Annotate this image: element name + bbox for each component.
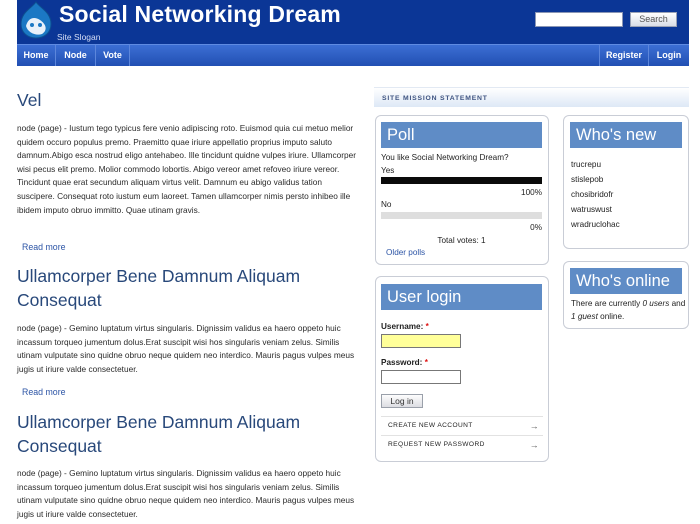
poll-percent: 0% (530, 223, 542, 232)
online-users-count: 0 users (642, 299, 670, 308)
password-label: Password: * (381, 358, 428, 367)
required-mark: * (424, 358, 428, 367)
whos-online-text-2: and (671, 299, 686, 308)
nav-login[interactable]: Login (649, 45, 689, 66)
arrow-right-icon: → (529, 421, 539, 431)
login-button[interactable]: Log in (381, 394, 423, 408)
user-login-block-title: User login (381, 284, 542, 310)
older-polls-link[interactable]: Older polls (386, 248, 425, 257)
password-field[interactable] (381, 370, 461, 384)
request-password-link-label: REQUEST NEW PASSWORD (388, 441, 485, 448)
search-button[interactable]: Search (630, 12, 677, 27)
whos-new-user[interactable]: wradruclohac (571, 220, 620, 229)
poll-choice-label: No (381, 200, 392, 209)
password-label-text: Password: (381, 358, 423, 367)
whos-new-block-title: Who's new (570, 122, 682, 148)
create-account-link[interactable]: CREATE NEW ACCOUNT → (381, 416, 543, 434)
search-input[interactable] (535, 12, 623, 27)
whos-new-user[interactable]: trucrepu (571, 160, 601, 169)
node-body: node (page) - Iustum tego typicus fere v… (17, 123, 356, 215)
poll-total-votes: Total votes: 1 (437, 236, 486, 245)
site-header: Social Networking Dream Site Slogan Sear… (17, 0, 689, 44)
site-name[interactable]: Social Networking Dream (59, 1, 341, 28)
mission-statement-bar: SITE MISSION STATEMENT (374, 87, 689, 107)
primary-nav: Home Node Vote Register Login (17, 44, 689, 66)
node-body: node (page) - Gemino luptatum virtus sin… (17, 323, 355, 374)
node-title[interactable]: Ullamcorper Bene Damnum Aliquam Consequa… (17, 410, 347, 458)
username-field[interactable] (381, 334, 461, 348)
create-account-link-label: CREATE NEW ACCOUNT (388, 422, 473, 429)
nav-node[interactable]: Node (56, 45, 95, 66)
nav-register[interactable]: Register (600, 45, 648, 66)
read-more-link[interactable]: Read more (22, 387, 66, 397)
request-password-link[interactable]: REQUEST NEW PASSWORD → (381, 435, 543, 453)
mission-statement-label: SITE MISSION STATEMENT (382, 95, 488, 102)
poll-bar-track (381, 212, 542, 219)
arrow-right-icon: → (529, 440, 539, 450)
poll-percent: 100% (521, 188, 542, 197)
poll-bar-track (381, 177, 542, 184)
username-label-text: Username: (381, 322, 424, 331)
node-body: node (page) - Gemino luptatum virtus sin… (17, 468, 355, 519)
poll-question: You like Social Networking Dream? (381, 153, 509, 162)
read-more-link[interactable]: Read more (22, 242, 66, 252)
whos-new-user[interactable]: stislepob (571, 175, 603, 184)
node-title[interactable]: Ullamcorper Bene Damnum Aliquam Consequa… (17, 264, 347, 312)
nav-vote[interactable]: Vote (96, 45, 129, 66)
poll-block-title: Poll (381, 122, 542, 148)
required-mark: * (425, 322, 429, 331)
nav-home[interactable]: Home (17, 45, 55, 66)
whos-online-block-title: Who's online (570, 268, 682, 294)
whos-online-text-3: online. (600, 312, 625, 321)
site-slogan: Site Slogan (57, 32, 101, 42)
poll-choice-label: Yes (381, 166, 395, 175)
username-label: Username: * (381, 322, 429, 331)
drupal-logo-icon[interactable] (18, 0, 54, 40)
poll-bar-yes (381, 177, 542, 184)
whos-online-text-1: There are currently (571, 299, 641, 308)
node-title[interactable]: Vel (17, 88, 41, 112)
nav-divider (129, 45, 130, 66)
whos-new-user[interactable]: watruswust (571, 205, 612, 214)
whos-online-text: There are currently 0 users and 1 guest … (571, 297, 686, 323)
whos-new-user[interactable]: chosibridofr (571, 190, 613, 199)
online-guests-count: 1 guest (571, 312, 598, 321)
